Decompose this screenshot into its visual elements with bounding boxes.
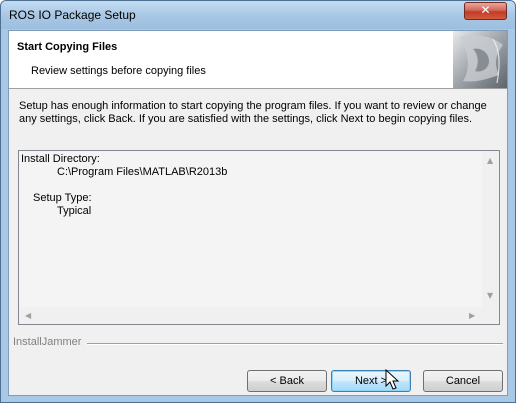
setup-window: ROS IO Package Setup ✕ Start Copying Fil… bbox=[0, 0, 516, 403]
scroll-left-icon[interactable]: ◀ bbox=[25, 312, 31, 320]
close-icon: ✕ bbox=[480, 3, 491, 17]
settings-summary: Install Directory: C:\Program Files\MATL… bbox=[21, 153, 487, 307]
scroll-right-icon[interactable]: ▶ bbox=[469, 312, 475, 320]
header-logo-graphic bbox=[453, 31, 507, 88]
page-title: Start Copying Files bbox=[17, 41, 118, 53]
install-dir-label: Install Directory: bbox=[21, 153, 100, 165]
dialog-body: Start Copying Files Review settings befo… bbox=[8, 30, 508, 396]
mouse-pointer-icon bbox=[385, 369, 400, 390]
brand-divider bbox=[83, 343, 503, 345]
cancel-button[interactable]: Cancel bbox=[423, 370, 503, 392]
vertical-scrollbar[interactable]: ▲ ▼ bbox=[482, 151, 499, 307]
intro-text: Setup has enough information to start co… bbox=[19, 100, 487, 125]
brand-row: InstallJammer bbox=[13, 336, 503, 349]
setup-type-value: Typical bbox=[57, 205, 92, 217]
scrollbar-corner bbox=[482, 307, 499, 324]
horizontal-scrollbar[interactable]: ◀ ▶ bbox=[19, 307, 482, 324]
wizard-header: Start Copying Files Review settings befo… bbox=[9, 31, 507, 89]
page-subtitle: Review settings before copying files bbox=[31, 65, 206, 77]
back-button[interactable]: < Back bbox=[247, 370, 327, 392]
scroll-up-icon[interactable]: ▲ bbox=[487, 157, 493, 165]
setup-type-label: Setup Type: bbox=[33, 192, 92, 204]
title-bar[interactable]: ROS IO Package Setup ✕ bbox=[1, 1, 515, 29]
scroll-down-icon[interactable]: ▼ bbox=[487, 292, 493, 300]
install-dir-value: C:\Program Files\MATLAB\R2013b bbox=[57, 166, 228, 178]
brand-label: InstallJammer bbox=[13, 336, 88, 348]
close-button[interactable]: ✕ bbox=[464, 2, 507, 20]
window-title: ROS IO Package Setup bbox=[9, 8, 136, 22]
settings-summary-box[interactable]: Install Directory: C:\Program Files\MATL… bbox=[18, 150, 500, 325]
